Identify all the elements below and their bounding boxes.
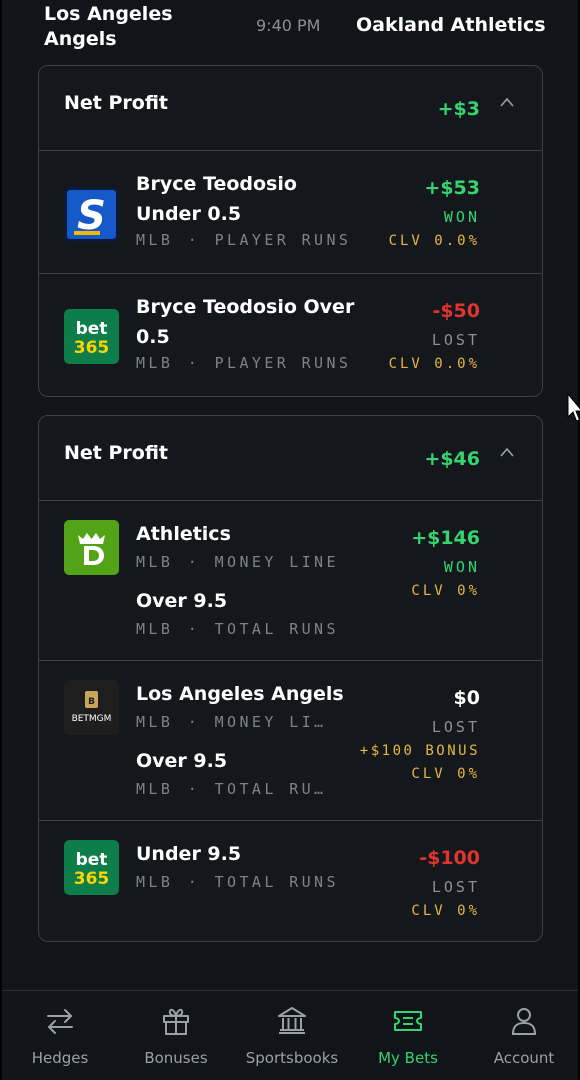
bet365-logo: bet 365 [64,309,119,364]
bank-icon [276,1005,308,1037]
bet-row[interactable]: Athletics MLB · MONEY LINE Over 9.5 MLB … [39,501,542,661]
betmgm-logo: B BETMGM [64,680,119,735]
nav-bonuses[interactable]: Bonuses [118,991,234,1080]
bet-leg-market: MLB · TOTAL RU… [136,780,327,798]
svg-text:365: 365 [74,869,110,889]
bet-leg-title: Bryce Teodosio Over 0.5 [136,296,355,348]
bet-leg-title: Athletics [136,523,231,545]
bet-row[interactable]: S Bryce Teodosio Under 0.5 MLB · PLAYER … [39,151,542,274]
bonus-badge: +$100 BONUS [359,743,480,759]
bet-leg-market: MLB · PLAYER RUNS [136,354,352,372]
bet-amount: -$50 [432,300,480,322]
svg-text:BETMGM: BETMGM [72,714,112,724]
net-profit-value: +$46 [424,448,480,470]
hedge-card: Net Profit +$46 Athletics MLB · MONEY LI… [38,415,543,942]
net-profit-value: +$3 [437,98,480,120]
sportsbook-s-logo: S [64,187,119,242]
bet365-logo: bet 365 [64,840,119,895]
bet-row[interactable]: B BETMGM Los Angeles Angels MLB · MONEY … [39,661,542,821]
svg-text:bet: bet [76,850,108,870]
chevron-up-icon[interactable] [500,446,514,460]
nav-label: Bonuses [144,1049,208,1067]
bet-amount: +$53 [424,177,480,199]
nav-label: Sportsbooks [245,1049,339,1067]
bet-status: LOST [431,331,480,349]
nav-label: Hedges [31,1049,89,1067]
bet-status: WON [443,208,480,226]
bet-row[interactable]: bet 365 Bryce Teodosio Over 0.5 MLB · PL… [39,274,542,396]
game-header: Los Angeles Angels 9:40 PM Oakland Athle… [2,0,578,58]
clv-value: CLV 0% [411,583,480,599]
bet-status: LOST [431,878,480,896]
nav-sportsbooks[interactable]: Sportsbooks [234,991,350,1080]
bet-leg-title: Over 9.5 [136,590,228,612]
clv-value: CLV 0.0% [388,233,480,249]
bet-leg-title: Under 9.5 [136,843,242,865]
clv-value: CLV 0% [411,766,480,782]
net-profit-label: Net Profit [64,92,168,114]
bet-status: LOST [431,718,480,736]
bet-amount: -$100 [419,847,480,869]
my-bets-screen: Los Angeles Angels 9:40 PM Oakland Athle… [2,0,580,1080]
chevron-up-icon[interactable] [500,96,514,110]
draftkings-logo [64,520,119,575]
ticket-icon [392,1005,424,1037]
hedge-card: Net Profit +$3 S Bryce Teodosio Under 0.… [38,65,543,397]
home-team-name: Los Angeles Angels [44,3,173,50]
bet-status: WON [443,558,480,576]
bet-leg-market: MLB · TOTAL RUNS [136,620,339,638]
bet-leg-market: MLB · TOTAL RUNS [136,873,339,891]
nav-account[interactable]: Account [466,991,580,1080]
clv-value: CLV 0.0% [388,356,480,372]
nav-label: Account [493,1049,555,1067]
hedge-card-header[interactable]: Net Profit +$46 [39,416,542,501]
away-team-name: Oakland Athletics [356,14,546,36]
bet-amount: +$146 [411,527,480,549]
net-profit-label: Net Profit [64,442,168,464]
hedge-card-header[interactable]: Net Profit +$3 [39,66,542,151]
bet-leg-title: Over 9.5 [136,750,228,772]
nav-hedges[interactable]: Hedges [2,991,118,1080]
bet-leg-title: Los Angeles Angels [136,683,344,705]
gift-icon [160,1005,192,1037]
bet-leg-market: MLB · MONEY LINE [136,553,339,571]
bet-row[interactable]: bet 365 Under 9.5 MLB · TOTAL RUNS -$100… [39,821,542,941]
nav-label: My Bets [378,1049,438,1067]
clv-value: CLV 0% [411,903,480,919]
bottom-nav: Hedges Bonuses Sportsbooks My Bets Accou… [2,990,578,1080]
svg-text:B: B [88,697,95,707]
game-time: 9:40 PM [256,16,321,35]
arrows-swap-icon [44,1005,76,1037]
bet-leg-market: MLB · MONEY LI… [136,713,327,731]
svg-text:365: 365 [74,338,110,358]
svg-text:bet: bet [76,319,108,339]
bet-leg-market: MLB · PLAYER RUNS [136,231,352,249]
nav-my-bets[interactable]: My Bets [350,991,466,1080]
bet-amount: $0 [453,687,480,709]
bet-leg-title: Bryce Teodosio Under 0.5 [136,173,297,225]
mouse-cursor-icon [567,392,580,423]
user-icon [508,1005,540,1037]
